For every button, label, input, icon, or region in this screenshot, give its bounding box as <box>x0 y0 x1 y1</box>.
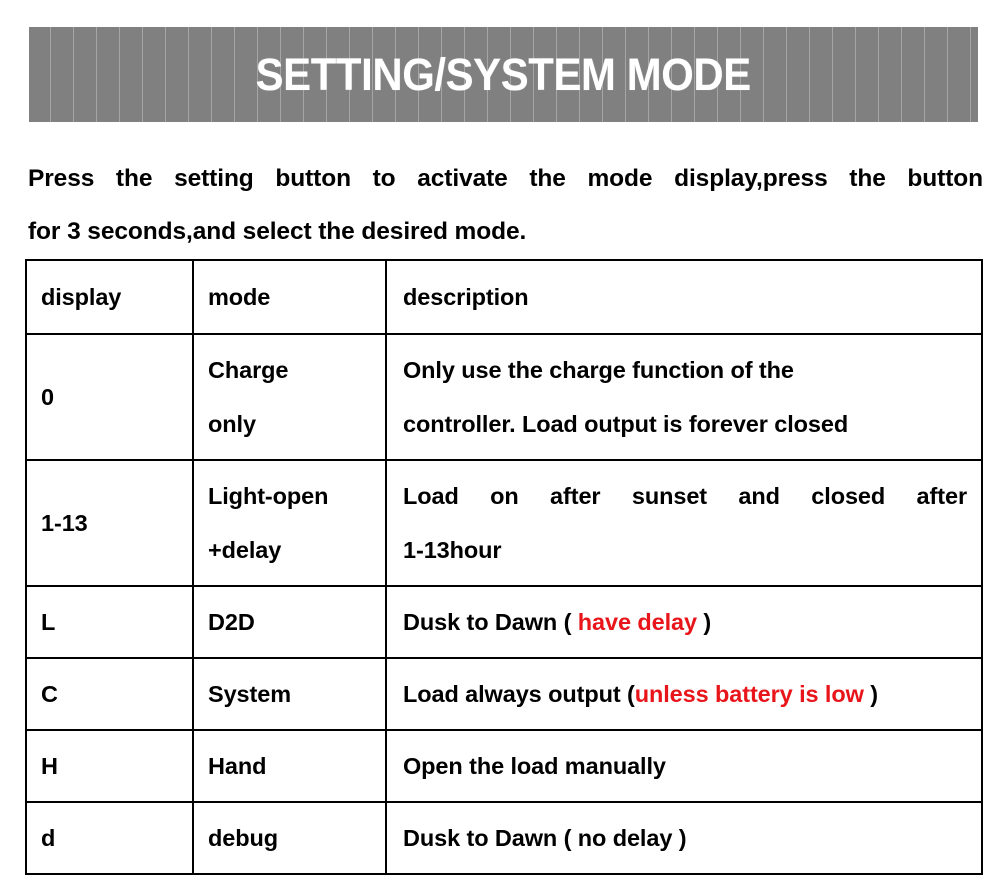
title-banner-stripes: SETTING/SYSTEM MODE <box>29 27 978 122</box>
column-header-description: description <box>385 259 983 335</box>
cell-mode: Charge only <box>192 333 387 461</box>
cell-description-line-2: 1-13hour <box>403 537 502 563</box>
cell-description: Load always output (unless battery is lo… <box>385 657 983 731</box>
cell-description: Load on after sunset and closed after 1-… <box>385 459 983 587</box>
cell-display: 1-13 <box>25 459 194 587</box>
column-header-display: display <box>25 259 194 335</box>
page-title: SETTING/SYSTEM MODE <box>255 49 752 100</box>
cell-description-line-2: controller. Load output is forever close… <box>403 411 849 437</box>
cell-display: 0 <box>25 333 194 461</box>
title-banner: SETTING/SYSTEM MODE <box>29 27 978 122</box>
cell-display: L <box>25 585 194 659</box>
cell-mode-line-1: Light-open <box>208 483 329 509</box>
cell-description-highlight: have delay <box>577 609 697 635</box>
table-row: d debug Dusk to Dawn ( no delay ) <box>25 801 983 875</box>
cell-description-line-1: Only use the charge function of the <box>403 357 794 383</box>
intro-line-1: Press the setting button to activate the… <box>28 165 983 192</box>
table-row: H Hand Open the load manually <box>25 729 983 803</box>
mode-table: display mode description 0 Charge only O… <box>25 259 983 875</box>
cell-display: d <box>25 801 194 875</box>
cell-description-suffix: ) <box>696 609 712 635</box>
cell-description: Dusk to Dawn ( no delay ) <box>385 801 983 875</box>
cell-description: Dusk to Dawn ( have delay ) <box>385 585 983 659</box>
cell-description-line-1: Load on after sunset and closed after <box>403 483 967 509</box>
table-row: C System Load always output (unless batt… <box>25 657 983 731</box>
intro-line-2: for 3 seconds,and select the desired mod… <box>28 218 527 245</box>
cell-mode: Hand <box>192 729 387 803</box>
cell-mode: System <box>192 657 387 731</box>
cell-mode-line-2: only <box>208 411 256 437</box>
cell-description: Open the load manually <box>385 729 983 803</box>
cell-description-highlight: unless battery is low <box>634 681 864 707</box>
intro-paragraph: Press the setting button to activate the… <box>28 152 983 258</box>
cell-description-prefix: Dusk to Dawn ( <box>403 609 578 635</box>
cell-mode: Light-open +delay <box>192 459 387 587</box>
cell-description: Only use the charge function of the cont… <box>385 333 983 461</box>
table-row: L D2D Dusk to Dawn ( have delay ) <box>25 585 983 659</box>
cell-mode-line-2: +delay <box>208 537 282 563</box>
table-row: 1-13 Light-open +delay Load on after sun… <box>25 459 983 587</box>
column-header-mode: mode <box>192 259 387 335</box>
cell-display: C <box>25 657 194 731</box>
table-row: 0 Charge only Only use the charge functi… <box>25 333 983 461</box>
table-header-row: display mode description <box>25 259 983 335</box>
cell-mode: debug <box>192 801 387 875</box>
cell-display: H <box>25 729 194 803</box>
cell-description-prefix: Load always output ( <box>403 681 635 707</box>
cell-mode-line-1: Charge <box>208 357 289 383</box>
cell-mode: D2D <box>192 585 387 659</box>
cell-description-suffix: ) <box>863 681 878 707</box>
